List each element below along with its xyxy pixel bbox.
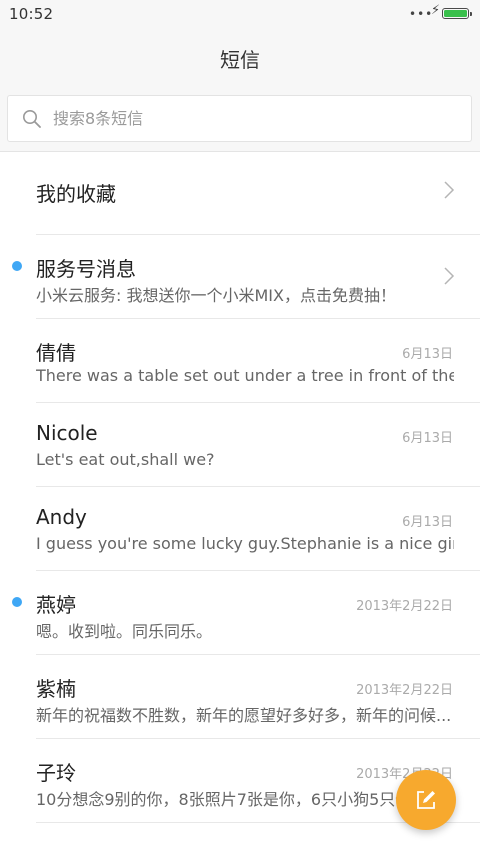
search-input[interactable] bbox=[53, 96, 453, 141]
conversation-name: 紫楠 bbox=[36, 677, 76, 701]
search-icon bbox=[23, 110, 41, 128]
search-area bbox=[0, 86, 480, 152]
conversation-date: 6月13日 bbox=[402, 431, 453, 446]
chevron-right-icon bbox=[444, 181, 455, 199]
battery-icon bbox=[442, 8, 472, 19]
conversation-preview: Let's eat out,shall we? bbox=[36, 450, 215, 469]
list-item[interactable]: 倩倩 6月13日 There was a table set out under… bbox=[36, 319, 480, 403]
favorites-row[interactable]: 我的收藏 bbox=[36, 151, 480, 235]
conversation-date: 6月13日 bbox=[402, 347, 453, 362]
conversation-name: 燕婷 bbox=[36, 593, 76, 617]
status-bar: 10:52 ••• ⚡ bbox=[0, 0, 480, 28]
favorites-title: 我的收藏 bbox=[36, 182, 116, 206]
conversation-list: 我的收藏 服务号消息 小米云服务: 我想送你一个小米MIX，点击免费抽！ 倩倩 … bbox=[0, 151, 480, 823]
list-item[interactable]: 燕婷 2013年2月22日 嗯。收到啦。同乐同乐。 bbox=[12, 571, 480, 655]
conversation-name: Nicole bbox=[36, 421, 98, 445]
conversation-name: Andy bbox=[36, 505, 87, 529]
conversation-preview: 新年的祝福数不胜数，新年的愿望好多好多，新年的问候... bbox=[36, 706, 452, 725]
list-item[interactable]: 紫楠 2013年2月22日 新年的祝福数不胜数，新年的愿望好多好多，新年的问候.… bbox=[36, 655, 480, 739]
unread-dot bbox=[12, 261, 22, 271]
conversation-preview: 小米云服务: 我想送你一个小米MIX，点击免费抽！ bbox=[36, 286, 396, 305]
conversation-date: 2013年2月22日 bbox=[356, 599, 453, 614]
charging-icon: ⚡ bbox=[431, 3, 441, 18]
list-item[interactable]: 服务号消息 小米云服务: 我想送你一个小米MIX，点击免费抽！ bbox=[12, 235, 480, 319]
messages-screen: 10:52 ••• ⚡ 短信 我的收藏 服务号消息 小米云服务: 我想送 bbox=[0, 0, 480, 853]
conversation-date: 2013年2月22日 bbox=[356, 683, 453, 698]
conversation-preview: 嗯。收到啦。同乐同乐。 bbox=[36, 622, 213, 641]
conversation-preview: There was a table set out under a tree i… bbox=[36, 366, 454, 385]
conversation-name: 倩倩 bbox=[36, 341, 76, 365]
signal-dots-icon: ••• bbox=[409, 7, 434, 21]
conversation-preview: 10分想念9别的你，8张照片7张是你，6只小狗5只像你 bbox=[36, 790, 428, 809]
page-title: 短信 bbox=[220, 48, 260, 72]
list-item[interactable]: Andy 6月13日 I guess you're some lucky guy… bbox=[36, 487, 480, 571]
conversation-name: 服务号消息 bbox=[36, 257, 136, 281]
conversation-name: 子玲 bbox=[36, 761, 76, 785]
conversation-preview: I guess you're some lucky guy.Stephanie … bbox=[36, 534, 454, 553]
chevron-right-icon bbox=[444, 267, 455, 285]
conversation-date: 6月13日 bbox=[402, 515, 453, 530]
search-box[interactable] bbox=[7, 95, 472, 142]
list-item[interactable]: Nicole 6月13日 Let's eat out,shall we? bbox=[36, 403, 480, 487]
header: 短信 bbox=[0, 28, 480, 86]
status-time: 10:52 bbox=[9, 5, 54, 23]
unread-dot bbox=[12, 597, 22, 607]
compose-button[interactable] bbox=[396, 770, 456, 830]
battery-level bbox=[444, 10, 467, 17]
compose-icon bbox=[417, 791, 435, 809]
